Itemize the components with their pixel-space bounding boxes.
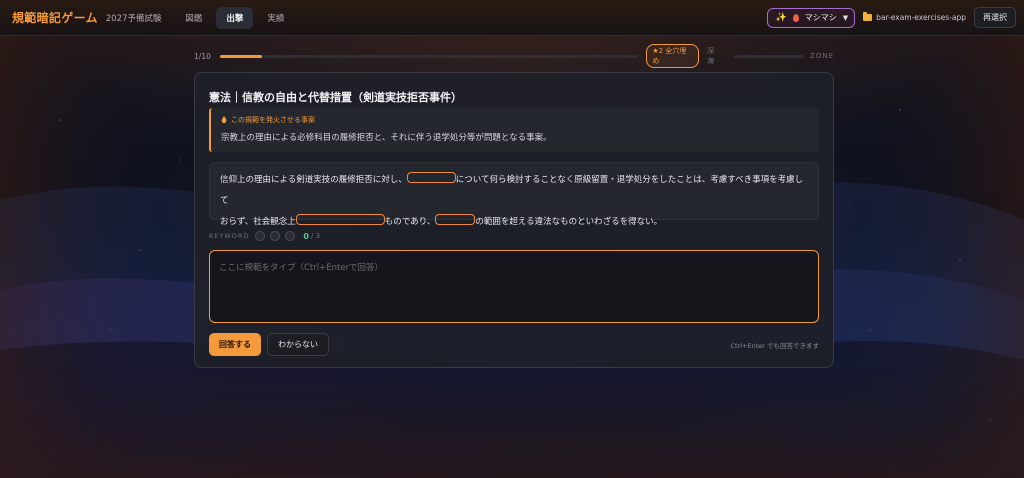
flame-icon	[221, 116, 227, 124]
question-card: 憲法｜信教の自由と代替措置（剣道実技拒否事件） この規範を発火させる事案 宗教上…	[194, 72, 834, 368]
progress-row: 1/10 ★2 全穴埋め 深 海 ZONE	[194, 44, 834, 68]
facts-text: 宗教上の理由による必修科目の履修拒否と、それに伴う退学処分等が問題となる事案。	[221, 133, 552, 143]
tab-sortie[interactable]: 出撃	[216, 6, 254, 29]
blank-2	[295, 214, 385, 225]
question-title: 憲法｜信教の自由と代替措置（剣道実技拒否事件）	[209, 91, 462, 104]
zone-bar	[734, 54, 805, 58]
app-logo[interactable]: 規範暗記ゲーム	[12, 9, 98, 26]
main-nav: 図鑑 出撃 実績	[175, 6, 294, 29]
keyword-dot	[285, 231, 296, 241]
difficulty-select[interactable]: ✨ マシマシ ▼	[766, 7, 856, 28]
difficulty-label: マシマシ	[804, 13, 837, 22]
dont-know-button[interactable]: わからない	[267, 333, 329, 356]
answer-input[interactable]	[209, 250, 819, 323]
prompt-text: おらず、社会観念上	[220, 217, 296, 227]
zone-label: ZONE	[810, 52, 834, 60]
repo-name: bar-exam-exercises-app	[876, 13, 966, 22]
progress-bar-fill	[219, 54, 262, 58]
keyword-label: KEYWORD	[209, 232, 250, 240]
header-right: ✨ マシマシ ▼ bar-exam-exercises-app 再選択	[766, 7, 1016, 28]
keyword-count: 0	[303, 231, 309, 241]
keyword-row: KEYWORD 0 / 3	[209, 231, 320, 241]
streak-badge: ★2 全穴埋め	[646, 44, 700, 68]
tab-achievements[interactable]: 実績	[257, 7, 294, 29]
shortcut-hint: Ctrl+Enter でも回答できます	[730, 342, 819, 350]
submit-button[interactable]: 回答する	[209, 333, 261, 356]
folder-icon	[863, 12, 873, 21]
prompt-text: ものであり、	[384, 217, 436, 227]
chevron-down-icon: ▼	[842, 13, 849, 22]
question-counter: 1/10	[194, 51, 211, 61]
depth-label: 深 海	[707, 47, 716, 65]
prompt-text: の範囲を超える違法なものといわざるを得ない。	[475, 217, 663, 227]
repo-indicator: bar-exam-exercises-app	[863, 12, 966, 22]
facts-label-row: この規範を発火させる事案	[221, 115, 315, 125]
tab-encyclopedia[interactable]: 図鑑	[175, 7, 212, 29]
facts-label: この規範を発火させる事案	[231, 116, 315, 124]
reselect-button[interactable]: 再選択	[974, 7, 1016, 28]
prompt-text: 信仰上の理由による剣道実技の履修拒否に対し、	[220, 175, 407, 185]
keyword-dot	[270, 231, 281, 241]
keyword-total: / 3	[310, 232, 321, 240]
sparkle-icon: ✨	[775, 12, 787, 23]
top-bar: 規範暗記ゲーム 2027予備試験 図鑑 出撃 実績 ✨ マシマシ ▼ bar-e…	[0, 0, 1024, 36]
facts-box: この規範を発火させる事案 宗教上の理由による必修科目の履修拒否と、それに伴う退学…	[209, 108, 819, 152]
rule-prompt: 信仰上の理由による剣道実技の履修拒否に対し、 について何ら検討することなく原級留置…	[209, 162, 819, 227]
blank-3	[435, 214, 476, 225]
progress-bar	[219, 54, 639, 58]
keyword-dot	[255, 231, 266, 241]
exam-label: 2027予備試験	[105, 13, 162, 24]
action-row: 回答する わからない	[209, 333, 329, 356]
blank-1	[406, 172, 456, 183]
flame-icon	[792, 13, 799, 22]
